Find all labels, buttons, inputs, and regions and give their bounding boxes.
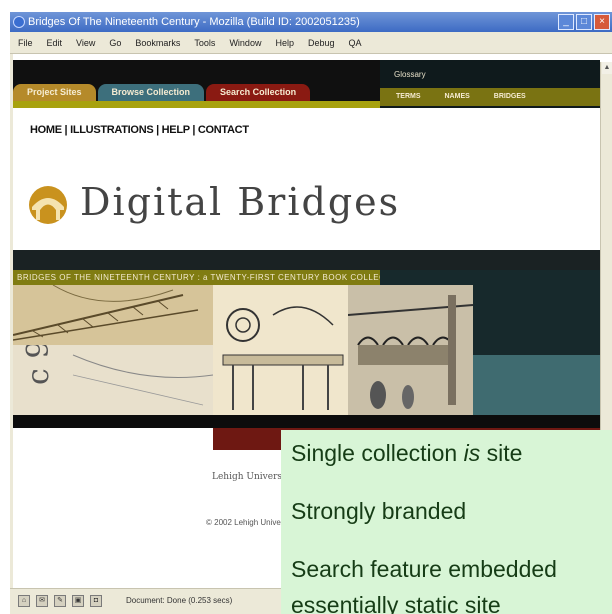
nav-underline (13, 101, 380, 108)
svg-text:c 9: c 9 (21, 345, 56, 385)
site-nav: Project Sites Browse Collection Search C… (13, 84, 380, 101)
menu-file[interactable]: File (18, 32, 33, 53)
minimize-button[interactable]: _ (558, 14, 574, 30)
composer-icon[interactable]: ✎ (54, 595, 66, 607)
glossary-bridges-link[interactable]: BRIDGES (494, 88, 526, 106)
tab-browse-collection[interactable]: Browse Collection (97, 84, 205, 101)
top-links[interactable]: HOME | ILLUSTRATIONS | HELP | CONTACT (30, 124, 249, 136)
browser-window: Bridges Of The Nineteenth Century - Mozi… (0, 0, 612, 614)
addressbook-icon[interactable]: ▣ (72, 595, 84, 607)
status-text: Document: Done (0.253 secs) (126, 596, 233, 605)
glossary-names-link[interactable]: NAMES (445, 88, 470, 106)
window-title: Bridges Of The Nineteenth Century - Mozi… (28, 16, 360, 28)
menu-debug[interactable]: Debug (308, 32, 335, 53)
menu-bookmarks[interactable]: Bookmarks (135, 32, 180, 53)
menu-window[interactable]: Window (229, 32, 261, 53)
menu-help[interactable]: Help (275, 32, 294, 53)
navigator-icon[interactable]: ⌂ (18, 595, 30, 607)
security-icon[interactable]: ◘ (90, 595, 102, 607)
site-brand: Digital Bridges (80, 180, 401, 224)
menu-edit[interactable]: Edit (47, 32, 63, 53)
callout-line-4: essentially static site (291, 592, 501, 614)
arcade-engraving-image (348, 285, 473, 415)
tab-search-collection[interactable]: Search Collection (206, 84, 311, 101)
glossary-bar: TERMS NAMES BRIDGES (380, 88, 600, 106)
callout-line-1: Single collection is site (291, 440, 523, 466)
truss-engraving-image (13, 285, 213, 345)
ornament-engraving-image (213, 285, 348, 415)
menu-view[interactable]: View (76, 32, 95, 53)
menu-qa[interactable]: QA (349, 32, 362, 53)
menu-tools[interactable]: Tools (194, 32, 215, 53)
mail-icon[interactable]: ✉ (36, 595, 48, 607)
banner-bottom-strip (13, 415, 600, 428)
title-bar: Bridges Of The Nineteenth Century - Mozi… (10, 12, 612, 32)
glossary-box: Glossary TERMS NAMES BRIDGES (380, 60, 600, 108)
scroll-up-icon[interactable]: ▲ (602, 62, 612, 74)
callout-line-3: Search feature embedded (291, 556, 557, 582)
diagram-engraving-image: c 9 (13, 345, 213, 415)
bridge-logo-icon (29, 186, 67, 224)
menu-bar: File Edit View Go Bookmarks Tools Window… (10, 32, 612, 54)
annotation-callout: Single collection is site Strongly brand… (281, 430, 612, 614)
maximize-button[interactable]: □ (576, 14, 592, 30)
close-button[interactable]: × (594, 14, 610, 30)
menu-go[interactable]: Go (109, 32, 121, 53)
banner-band (13, 250, 600, 270)
tab-project-sites[interactable]: Project Sites (13, 84, 96, 101)
glossary-terms-link[interactable]: TERMS (396, 88, 421, 106)
mozilla-app-icon (13, 16, 25, 28)
glossary-label: Glossary (394, 70, 426, 79)
callout-line-2: Strongly branded (291, 498, 467, 524)
